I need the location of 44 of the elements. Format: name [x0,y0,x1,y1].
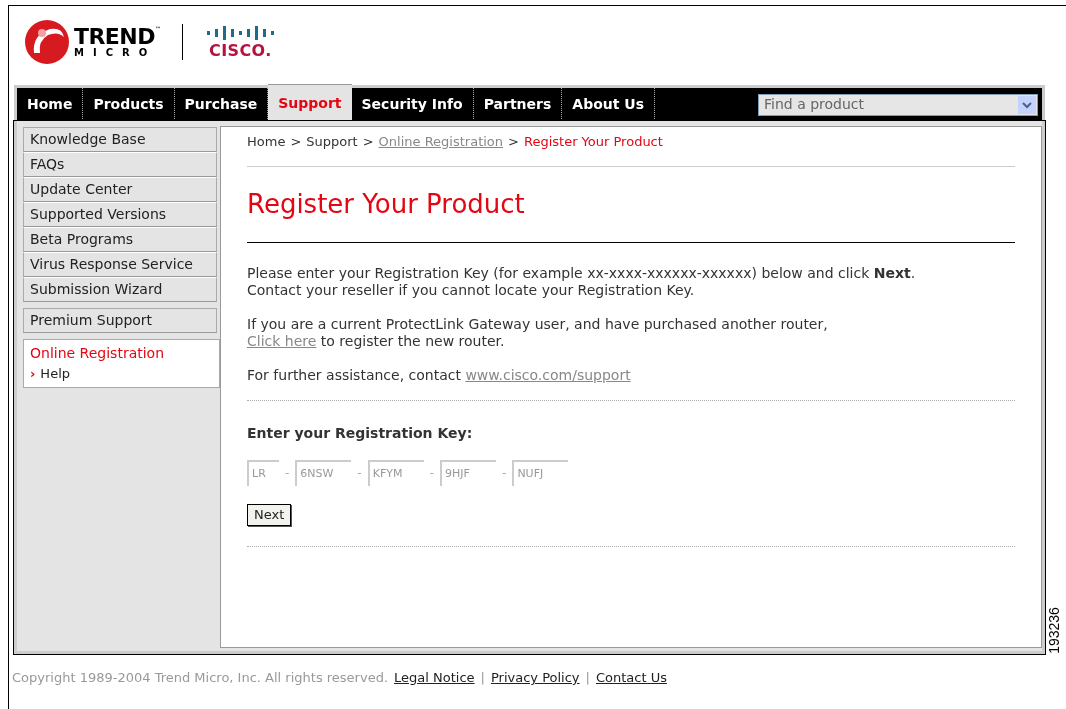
ball-icon [24,19,70,65]
sidebar-item[interactable]: Premium Support [23,308,217,333]
nav-tab[interactable]: Support [268,84,352,121]
footer-link[interactable]: Contact Us [595,668,667,688]
key-separator: - [429,464,435,482]
info-text: If you are a current ProtectLink Gateway user, and have purchased another router, [247,315,829,333]
instruction-text: Please enter your Registration Key (for example xx-xxxx-xxxxxx-xxxxxx) below and click Next. [247,264,917,282]
breadcrumb-separator: > [508,133,519,151]
cisco-logo: CISCO. [205,25,276,59]
dropdown-icon [1018,95,1036,114]
click-here-link[interactable]: Click here [247,332,317,350]
copyright-text: Copyright 1989-2004 Trend Micro, Inc. All rights reserved. [12,669,389,687]
link-separator: | [585,669,590,687]
footer-link[interactable]: Privacy Policy [490,668,580,688]
sidebar-item[interactable]: Beta Programs [23,227,217,252]
breadcrumb-item: Register Your Product [523,133,663,151]
figure-number: 193236 [1044,606,1063,654]
sidebar-item[interactable]: Virus Response Service [23,252,217,277]
key-separator: - [285,464,290,482]
product-select[interactable]: Find a product [758,93,1038,116]
breadcrumb-item[interactable]: Support [306,132,358,152]
breadcrumb-separator: > [362,133,374,151]
breadcrumb-item[interactable]: Home [247,132,286,152]
breadcrumb-link[interactable]: Online Registration [378,132,504,152]
sidebar-item[interactable]: Supported Versions [23,202,217,227]
instruction-text: Contact your reseller if you cannot locate your Registration Key. [247,281,696,299]
support-link[interactable]: www.cisco.com/support [465,366,631,384]
footer-link[interactable]: Legal Notice [394,668,475,688]
current-section: Online Registration [30,343,213,364]
bars-icon [205,25,276,40]
link-separator: | [480,669,485,687]
key-separator: - [502,464,507,482]
assistance-text: For further assistance, contact [247,366,462,384]
info-text: to register the new router. [319,332,505,350]
sidebar-item[interactable]: Submission Wizard [23,277,217,302]
sidebar-subitem[interactable]: › Help [30,364,213,384]
page-title: Register Your Product [247,184,1015,243]
key-separator: - [357,464,362,482]
sidebar-item[interactable]: FAQs [23,152,217,177]
breadcrumb-separator: > [290,133,302,151]
form-label: Enter your Registration Key: [247,424,473,441]
next-button[interactable]: Next [247,503,292,526]
sidebar-item[interactable]: Knowledge Base [23,127,217,152]
sidebar-item[interactable]: Update Center [23,177,217,202]
